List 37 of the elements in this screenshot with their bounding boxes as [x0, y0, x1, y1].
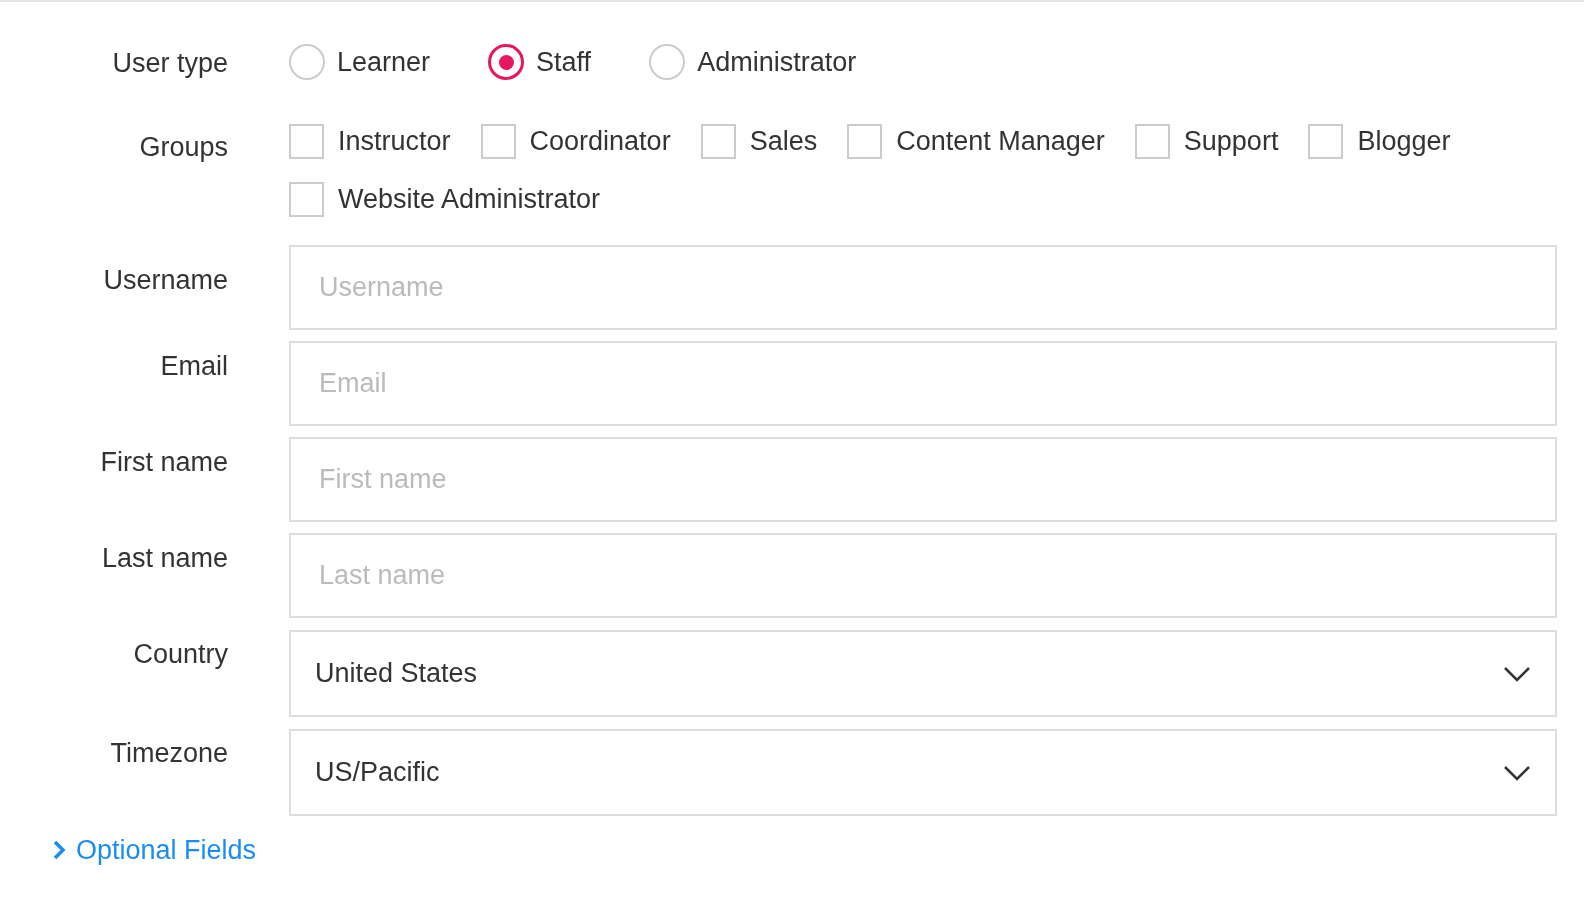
input-field[interactable]: First name: [289, 437, 1557, 522]
input-field[interactable]: Email: [289, 341, 1557, 426]
checkbox[interactable]: [1134, 123, 1170, 159]
radio-option[interactable]: Staff: [488, 41, 592, 83]
checkbox-option[interactable]: Content Manager: [847, 123, 1105, 159]
field-label: Email: [159, 353, 228, 383]
input-field[interactable]: Last name: [289, 533, 1557, 618]
checkbox[interactable]: [847, 123, 883, 159]
radio-button[interactable]: [649, 44, 686, 80]
checkbox-option[interactable]: Support: [1134, 123, 1279, 159]
dropdown-select[interactable]: US/Pacific: [289, 729, 1557, 816]
field-label: Country: [132, 641, 228, 671]
checkbox-option[interactable]: Coordinator: [480, 123, 671, 159]
radio-option[interactable]: Learner: [289, 41, 431, 83]
input-field[interactable]: Username: [289, 245, 1557, 330]
checkbox[interactable]: [289, 123, 324, 159]
dropdown-select[interactable]: United States: [289, 630, 1557, 717]
checkbox[interactable]: [480, 123, 516, 159]
checkbox-option[interactable]: Instructor: [289, 123, 451, 159]
field-label: Last name: [100, 545, 228, 575]
radio-button[interactable]: [488, 44, 525, 80]
field-label: First name: [99, 449, 228, 479]
checkbox[interactable]: [289, 181, 324, 217]
chevron-icon: [52, 839, 66, 862]
checkbox-option[interactable]: Sales: [700, 123, 818, 159]
field-label: Timezone: [109, 740, 228, 770]
checkbox[interactable]: [1308, 123, 1344, 159]
field-label: Username: [102, 267, 228, 297]
field-label: User type: [111, 47, 228, 80]
chevron-down-icon: [1503, 764, 1531, 781]
checkbox-option[interactable]: Blogger: [1308, 123, 1451, 159]
checkbox-option[interactable]: Website Administrator: [289, 181, 601, 217]
radio-option[interactable]: Administrator: [649, 41, 857, 83]
field-label: Groups: [138, 131, 228, 164]
checkbox[interactable]: [700, 123, 736, 159]
radio-button[interactable]: [289, 44, 325, 80]
chevron-down-icon: [1503, 665, 1531, 682]
